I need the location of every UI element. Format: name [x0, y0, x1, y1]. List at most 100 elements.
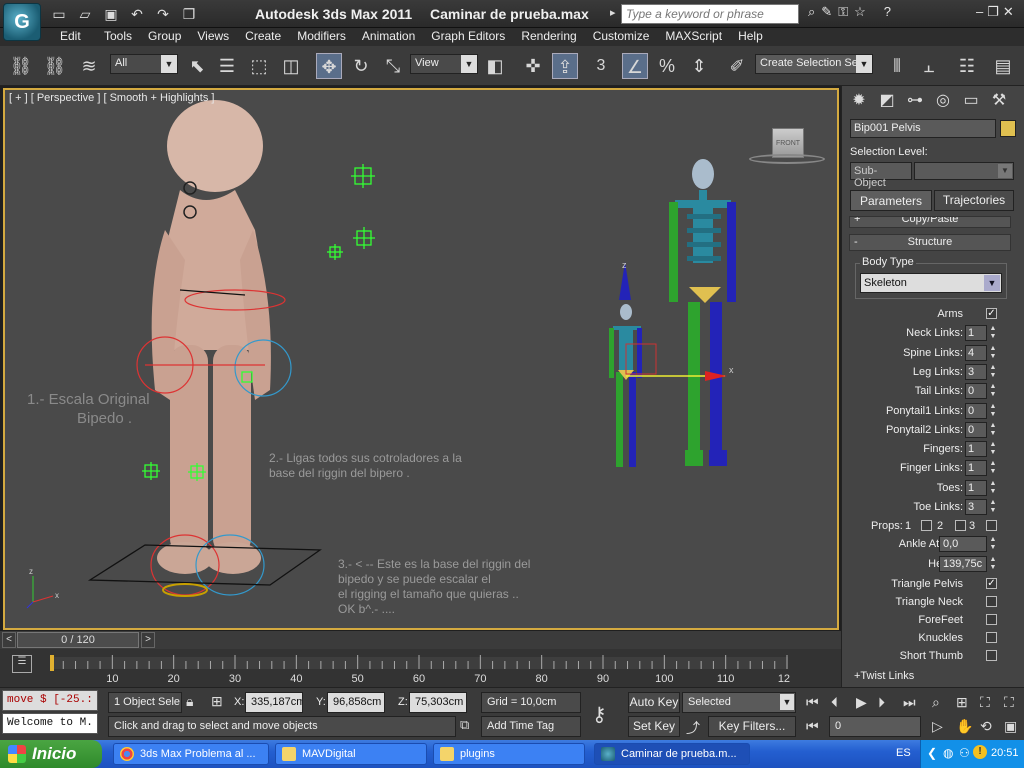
- maximize-viewport-icon[interactable]: ▣: [1004, 718, 1017, 735]
- key-icon[interactable]: ⚿: [838, 4, 848, 20]
- graphite-ribbon-icon[interactable]: ▤: [990, 53, 1016, 79]
- use-pivot-point-icon[interactable]: ◧: [482, 53, 508, 79]
- spinner-arrows-icon[interactable]: ▲ ▼: [988, 383, 998, 399]
- project-folder-icon[interactable]: ❐: [178, 4, 200, 24]
- task-folder-mavdigital[interactable]: MAVDigital: [275, 743, 427, 765]
- param-value-input[interactable]: 3: [965, 364, 987, 380]
- sub-object-button[interactable]: Sub-Object: [850, 162, 912, 189]
- open-mini-curve-editor-icon[interactable]: ☰: [12, 655, 32, 673]
- ankle-attach-input[interactable]: 0,0: [939, 536, 987, 552]
- orbit-icon[interactable]: ⟲: [980, 718, 992, 735]
- task-folder-plugins[interactable]: plugins: [433, 743, 585, 765]
- menu-rendering[interactable]: Rendering: [513, 28, 584, 46]
- tray-app-icon[interactable]: ◍: [943, 746, 953, 760]
- param-value-input[interactable]: 1: [965, 441, 987, 457]
- restore-icon[interactable]: ❐: [987, 4, 999, 20]
- help-icon[interactable]: ?: [884, 4, 891, 20]
- spinner-arrows-icon[interactable]: ▲ ▼: [988, 460, 998, 476]
- option-checkbox[interactable]: [986, 632, 997, 643]
- create-panel-icon[interactable]: ✹: [846, 88, 872, 114]
- menu-graph-editors[interactable]: Graph Editors: [423, 28, 513, 46]
- time-slider[interactable]: < 0 / 120 >: [0, 631, 841, 649]
- pan-view-icon[interactable]: ✋: [956, 718, 973, 735]
- keyboard-shortcut-override-icon[interactable]: ⇪: [552, 53, 578, 79]
- perspective-viewport[interactable]: z x z x [ + ] [ Perspective ] [ Smooth +…: [3, 88, 839, 630]
- y-coord-input[interactable]: 96,858cm: [327, 692, 385, 713]
- menu-views[interactable]: Views: [189, 28, 237, 46]
- search-input[interactable]: Type a keyword or phrase: [621, 4, 799, 24]
- key-mode-toggle-icon[interactable]: ⏮: [806, 718, 819, 735]
- object-color-swatch[interactable]: [1000, 120, 1016, 137]
- add-time-tag-button[interactable]: Add Time Tag: [481, 716, 581, 737]
- menu-maxscript[interactable]: MAXScript: [657, 28, 730, 46]
- task-3dsmax[interactable]: Caminar de prueba.m...: [594, 743, 750, 765]
- param-value-input[interactable]: 1: [965, 480, 987, 496]
- zoom-extents-all-icon[interactable]: ⛶: [1004, 694, 1014, 711]
- tab-trajectories[interactable]: Trajectories: [934, 190, 1014, 211]
- key-mode-dropdown[interactable]: Selected ▼: [682, 692, 796, 713]
- tray-network-icon[interactable]: ⚇: [959, 746, 970, 760]
- biped-skeleton-large[interactable]: [669, 159, 736, 466]
- maxscript-listener-input[interactable]: move $ [-25.:: [2, 690, 98, 711]
- zoom-icon[interactable]: ⌕: [932, 694, 940, 711]
- named-selection-dropdown[interactable]: Create Selection Se ▼: [755, 54, 873, 74]
- menu-customize[interactable]: Customize: [585, 28, 658, 46]
- param-value-input[interactable]: 0: [965, 422, 987, 438]
- binoculars-icon[interactable]: ⌕: [808, 4, 815, 20]
- selection-lock-icon[interactable]: 🔒︎: [186, 693, 193, 710]
- reference-coordinate-dropdown[interactable]: View ▼: [410, 54, 478, 74]
- tray-warning-icon[interactable]: !: [973, 745, 987, 759]
- search-expand-icon[interactable]: ▸: [610, 6, 616, 19]
- zoom-extents-icon[interactable]: ⛶: [980, 694, 990, 711]
- redo-icon[interactable]: ↷: [152, 4, 174, 24]
- new-file-icon[interactable]: ▭: [48, 4, 70, 24]
- default-in-out-tangents-icon[interactable]: ⤴: [686, 718, 700, 738]
- zoom-all-icon[interactable]: ⊞: [956, 694, 968, 711]
- open-file-icon[interactable]: ▱: [74, 4, 96, 24]
- spinner-arrows-icon[interactable]: ▲ ▼: [988, 556, 998, 572]
- angle-snap-icon[interactable]: ∠: [622, 53, 648, 79]
- rollout-structure[interactable]: - Structure: [849, 234, 1011, 251]
- save-file-icon[interactable]: ▣: [100, 4, 122, 24]
- previous-frame-button[interactable]: <: [2, 632, 16, 648]
- utilities-panel-icon[interactable]: ⚒: [986, 88, 1012, 114]
- language-indicator[interactable]: ES: [896, 747, 911, 759]
- option-checkbox[interactable]: ✓: [986, 578, 997, 589]
- menu-tools[interactable]: Tools: [96, 28, 140, 46]
- viewcube-compass-ring[interactable]: [749, 154, 825, 164]
- star-icon[interactable]: ☆: [854, 4, 866, 20]
- snaps-toggle-icon[interactable]: 3: [588, 53, 614, 79]
- current-frame-marker[interactable]: [50, 655, 54, 671]
- undo-icon[interactable]: ↶: [126, 4, 148, 24]
- rollout-copy-paste[interactable]: + Copy/Paste: [849, 216, 1011, 228]
- next-frame-button[interactable]: >: [141, 632, 155, 648]
- spinner-snap-icon[interactable]: ⇕: [686, 53, 712, 79]
- absolute-mode-icon[interactable]: ⊞: [211, 693, 223, 710]
- percent-snap-icon[interactable]: %: [654, 53, 680, 79]
- hierarchy-panel-icon[interactable]: ⊶: [902, 88, 928, 114]
- spinner-arrows-icon[interactable]: ▲ ▼: [988, 422, 998, 438]
- spinner-arrows-icon[interactable]: ▲ ▼: [988, 441, 998, 457]
- option-checkbox[interactable]: [986, 596, 997, 607]
- field-of-view-icon[interactable]: ▷: [932, 718, 943, 735]
- minimize-icon[interactable]: –: [976, 4, 983, 20]
- viewport-label-menu[interactable]: [ + ] [ Perspective ] [ Smooth + Highlig…: [9, 92, 214, 104]
- spinner-arrows-icon[interactable]: ▲ ▼: [988, 536, 998, 552]
- mirror-icon[interactable]: ⫴: [884, 53, 910, 79]
- align-icon[interactable]: ⫠: [916, 53, 942, 79]
- param-checkbox[interactable]: ✓: [986, 308, 997, 319]
- set-key-mode-icon[interactable]: ⚷: [592, 702, 607, 727]
- props-3-checkbox[interactable]: [955, 520, 966, 531]
- props-4-checkbox[interactable]: [986, 520, 997, 531]
- x-coord-input[interactable]: 335,187cm: [245, 692, 303, 713]
- spinner-arrows-icon[interactable]: ▲ ▼: [988, 403, 998, 419]
- go-to-start-icon[interactable]: ⏮: [806, 694, 819, 711]
- option-checkbox[interactable]: [986, 614, 997, 625]
- modify-panel-icon[interactable]: ◩: [874, 88, 900, 114]
- select-object-icon[interactable]: ⬉: [184, 53, 210, 79]
- window-crossing-icon[interactable]: ◫: [278, 53, 304, 79]
- param-value-input[interactable]: 0: [965, 403, 987, 419]
- menu-edit[interactable]: Edit: [52, 28, 96, 46]
- time-tag-icon[interactable]: ⧉: [460, 717, 469, 733]
- spinner-arrows-icon[interactable]: ▲ ▼: [988, 345, 998, 361]
